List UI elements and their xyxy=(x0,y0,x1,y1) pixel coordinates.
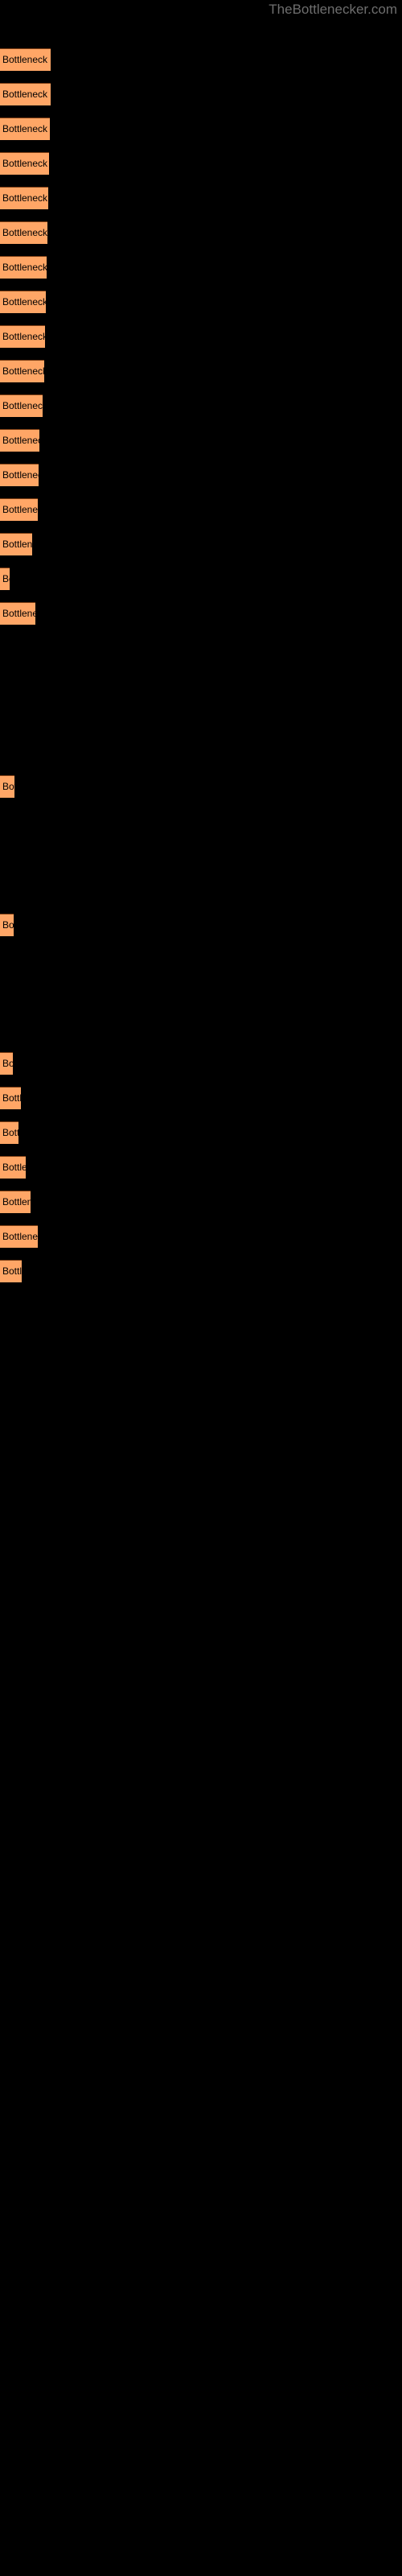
bar-row[interactable]: Bottleneck result xyxy=(0,1121,18,1144)
bar-label: Bottleneck result xyxy=(2,1231,38,1242)
bar-row[interactable]: Bottleneck result xyxy=(0,775,14,798)
bar-label: Bottleneck result xyxy=(2,227,47,238)
bar-row[interactable]: Bottleneck result xyxy=(0,914,14,936)
bar-row[interactable]: Bottleneck result xyxy=(0,1087,21,1109)
bar-row[interactable]: Bottleneck result xyxy=(0,187,48,209)
bar-label: Bottleneck result xyxy=(2,296,46,308)
bar-row[interactable]: Bottleneck result xyxy=(0,1052,13,1075)
bar-label: Bottleneck result xyxy=(2,1092,21,1104)
bar-label: Bottleneck result xyxy=(2,1162,26,1173)
bar-row[interactable]: Bottleneck result xyxy=(0,118,50,140)
bar-label: Bottleneck result xyxy=(2,262,47,273)
bar-chart-bars: Bottleneck result Bottleneck result Bottle… xyxy=(0,0,402,2576)
bar-row[interactable]: Bottleneck result xyxy=(0,602,35,625)
bar-label: Bottleneck result xyxy=(2,504,38,515)
bar-label: Bottleneck result xyxy=(2,123,50,134)
bar-label: Bottleneck result xyxy=(2,781,14,792)
chart-page: TheBottlenecker.com Bottleneck resultBot… xyxy=(0,0,402,2576)
bar-label: Bottleneck result xyxy=(2,1058,13,1069)
bar-label: Bottleneck result xyxy=(2,435,39,446)
bar-label: Bottleneck result xyxy=(2,89,51,100)
bar-label: Bottleneck result xyxy=(2,539,32,550)
bar-row[interactable]: Bottleneck result xyxy=(0,464,39,486)
bar-row[interactable]: Bottleneck result xyxy=(0,1156,26,1179)
bar-row[interactable]: Bottleneck result xyxy=(0,152,49,175)
bar-row[interactable]: Bottleneck result xyxy=(0,325,45,348)
bar-row[interactable]: Bottleneck result xyxy=(0,429,39,452)
bar-row[interactable]: Bottleneck result xyxy=(0,1225,38,1248)
bar-row[interactable]: Bottleneck result xyxy=(0,1260,22,1282)
bar-label: Bottleneck result xyxy=(2,1127,18,1138)
bar-label: Bottleneck result xyxy=(2,1196,31,1208)
bar-row[interactable]: Bottleneck result xyxy=(0,291,46,313)
bar-label: Bottleneck result xyxy=(2,192,48,204)
bar-label: Bottleneck result xyxy=(2,331,45,342)
bar-row[interactable]: Bottleneck result xyxy=(0,221,47,244)
bar-row[interactable]: Bottleneck result xyxy=(0,360,44,382)
bar-label: Bottleneck result xyxy=(2,573,10,584)
bar-label: Bottleneck result xyxy=(2,158,49,169)
bar-label: Bottleneck result xyxy=(2,365,44,377)
bar-row[interactable]: Bottleneck result xyxy=(0,1191,31,1213)
bar-row[interactable]: Bottleneck result xyxy=(0,394,43,417)
bar-row[interactable]: Bottleneck result xyxy=(0,533,32,555)
bar-label: Bottleneck result xyxy=(2,919,14,931)
bar-row[interactable]: Bottleneck result xyxy=(0,256,47,279)
bar-row[interactable]: Bottleneck result xyxy=(0,568,10,590)
bar-row[interactable]: Bottleneck result xyxy=(0,83,51,105)
bar-label: Bottleneck result xyxy=(2,54,51,65)
bar-label: Bottleneck result xyxy=(2,608,35,619)
bar-row[interactable]: Bottleneck result xyxy=(0,48,51,71)
bar-label: Bottleneck result xyxy=(2,400,43,411)
bar-row[interactable]: Bottleneck result xyxy=(0,498,38,521)
bar-label: Bottleneck result xyxy=(2,1265,22,1277)
bar-label: Bottleneck result xyxy=(2,469,39,481)
